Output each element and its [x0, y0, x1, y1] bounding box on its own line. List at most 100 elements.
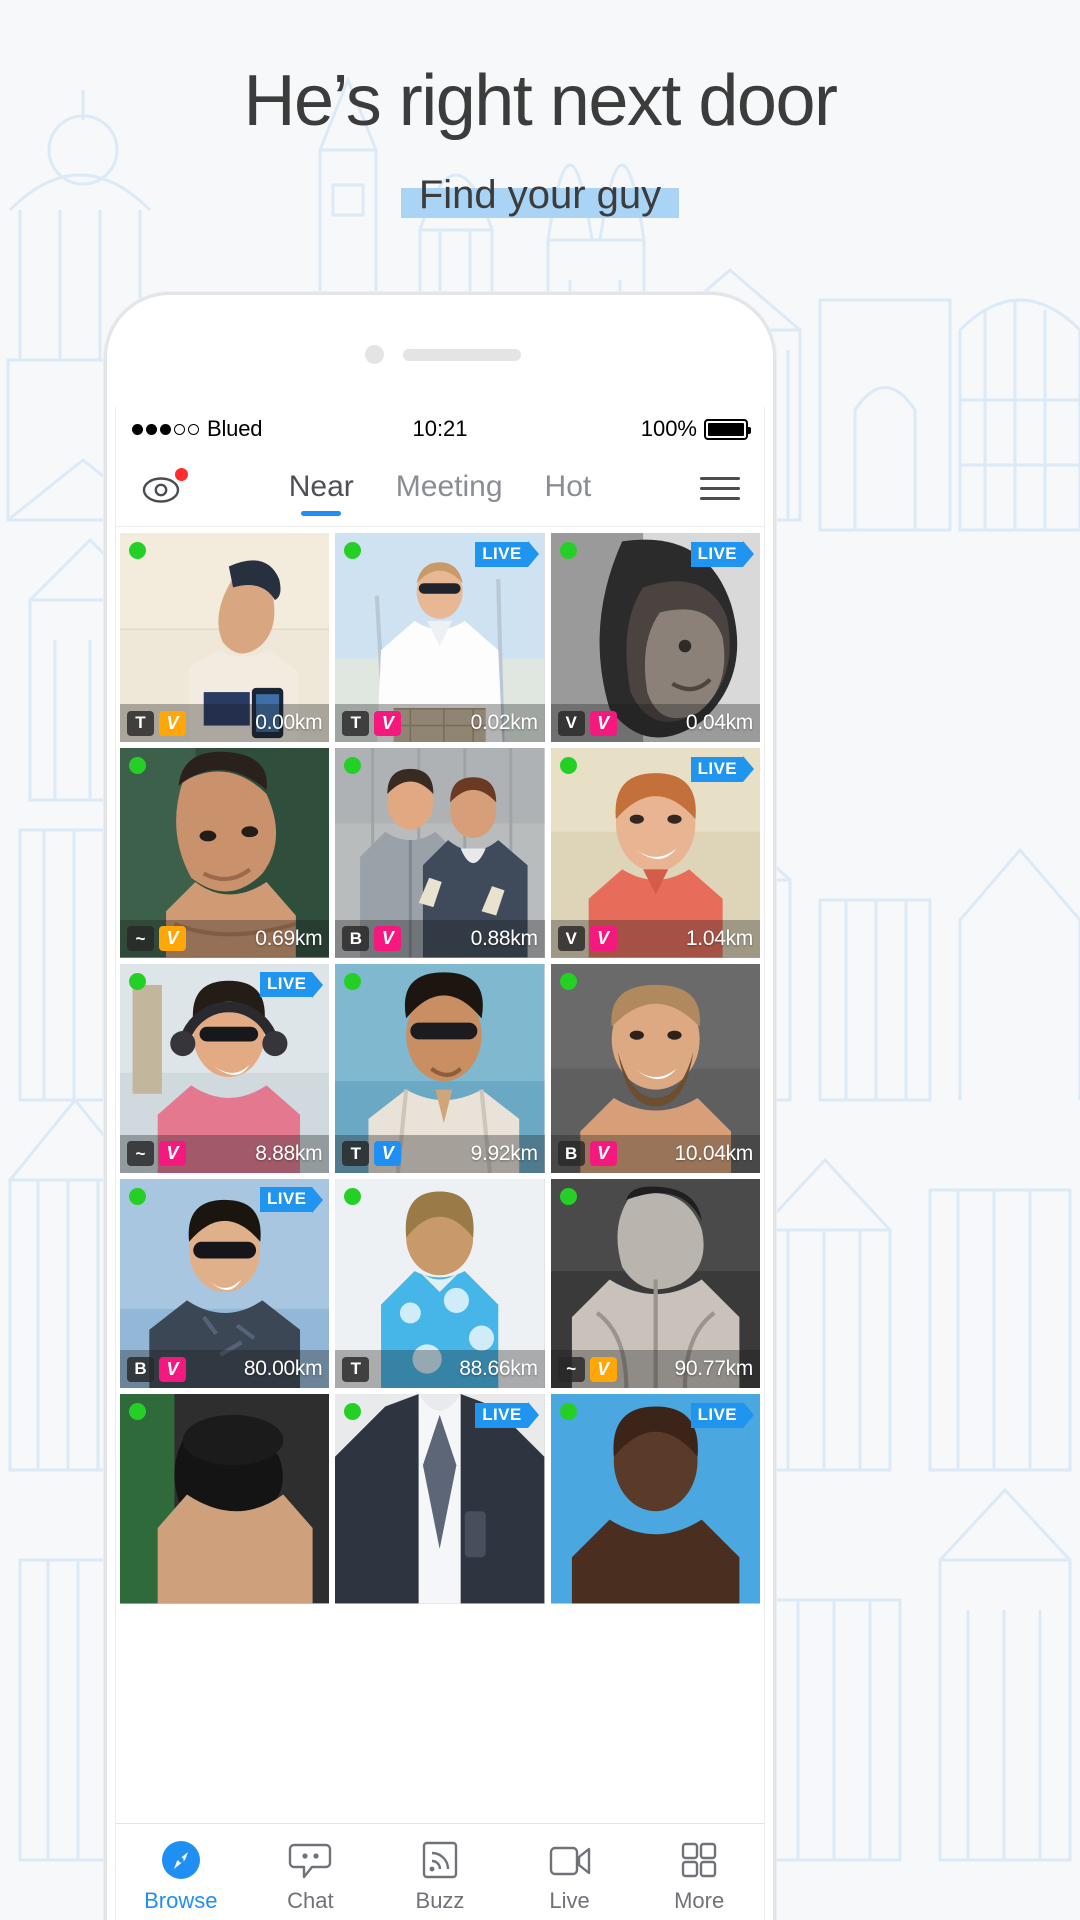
- distance-label: 1.04km: [685, 926, 753, 950]
- verified-badge: V: [589, 710, 617, 736]
- profile-meta-bar: V V 0.04km: [550, 704, 760, 743]
- role-tag: B: [127, 1356, 154, 1382]
- live-badge-notch: [312, 1186, 324, 1213]
- profile-grid: T V 0.00km LIVE T V 0.02km LIVE V V 0.04…: [116, 527, 764, 1604]
- verified-badge: V: [589, 1356, 617, 1382]
- grid-squares-icon: [676, 1838, 722, 1882]
- profile-tile[interactable]: ~ V 90.77km: [550, 1178, 760, 1389]
- role-tag: T: [342, 1141, 370, 1167]
- profile-tile[interactable]: ~ V 0.69km: [120, 748, 330, 958]
- live-badge-notch: [527, 1402, 539, 1429]
- role-tag: T: [127, 710, 154, 736]
- tab-near[interactable]: Near: [289, 470, 354, 516]
- distance-label: 0.88km: [470, 926, 538, 950]
- front-camera-icon: [365, 345, 384, 364]
- page-title: He’s right next door: [243, 61, 838, 141]
- phone-mockup: Blued 10:21 100% Near Meeting Hot T V 0.…: [104, 292, 776, 1920]
- live-badge-notch: [742, 756, 754, 783]
- tab-chat[interactable]: Chat: [246, 1838, 376, 1914]
- app-top-navbar: Near Meeting Hot: [116, 451, 764, 527]
- profile-tile[interactable]: LIVE B V 80.00km: [120, 1178, 330, 1389]
- verified-badge: V: [589, 926, 617, 952]
- live-badge-notch: [527, 541, 539, 567]
- feed-tabs: Near Meeting Hot: [116, 470, 764, 516]
- tab-chat-label: Chat: [287, 1887, 334, 1913]
- live-badge-notch: [742, 1402, 754, 1429]
- tab-browse-label: Browse: [144, 1887, 218, 1913]
- tab-live[interactable]: Live: [505, 1838, 635, 1914]
- chat-bubble-icon: [287, 1838, 333, 1882]
- verified-badge: V: [159, 1141, 186, 1167]
- profile-meta-bar: B V 80.00km: [120, 1350, 330, 1389]
- bottom-tab-bar: Browse Chat Buzz Live More: [116, 1823, 764, 1920]
- promo-subtitle: Find your guy: [400, 171, 680, 222]
- live-badge-notch: [312, 971, 324, 998]
- profile-tile[interactable]: LIVE ~ V 8.88km: [120, 963, 330, 1173]
- tab-browse[interactable]: Browse: [116, 1838, 246, 1914]
- profile-tile[interactable]: B V 10.04km: [550, 963, 760, 1173]
- tab-more-label: More: [674, 1887, 725, 1913]
- tab-buzz-label: Buzz: [415, 1887, 465, 1913]
- tab-meeting[interactable]: Meeting: [396, 470, 503, 508]
- role-tag: ~: [127, 1141, 154, 1167]
- eye-icon[interactable]: [140, 467, 188, 507]
- profile-meta-bar: ~ V 0.69km: [120, 919, 330, 958]
- profile-tile[interactable]: LIVE: [335, 1394, 545, 1604]
- distance-label: 0.00km: [255, 711, 323, 735]
- profile-tile[interactable]: LIVE T V 0.02km: [335, 533, 545, 743]
- live-badge: LIVE: [690, 756, 754, 783]
- online-status-dot: [559, 972, 577, 990]
- tab-live-label: Live: [549, 1887, 590, 1913]
- profile-meta-bar: T V 0.00km: [120, 704, 330, 743]
- verified-badge: V: [374, 926, 402, 952]
- status-bar-right: 100%: [641, 416, 751, 442]
- live-badge: LIVE: [259, 1186, 324, 1213]
- video-camera-icon: [547, 1838, 593, 1882]
- earpiece-speaker: [403, 349, 521, 361]
- profile-meta-bar: T 88.66km: [335, 1350, 545, 1389]
- profile-meta-bar: T V 9.92km: [335, 1134, 545, 1173]
- role-tag: V: [557, 710, 585, 736]
- profile-tile[interactable]: LIVE V V 1.04km: [550, 748, 760, 958]
- promo-screenshot-page: He’s right next door Find your guy Blued: [0, 0, 1080, 1920]
- profile-tile[interactable]: T 88.66km: [335, 1178, 545, 1389]
- profile-tile[interactable]: [120, 1394, 330, 1604]
- online-status-dot: [129, 1187, 146, 1205]
- verified-badge: V: [374, 1141, 402, 1167]
- live-badge: LIVE: [475, 541, 539, 567]
- online-status-dot: [129, 542, 146, 559]
- active-tab-underline: [301, 510, 342, 516]
- live-badge: LIVE: [475, 1402, 539, 1429]
- distance-label: 0.69km: [255, 926, 323, 950]
- live-badge-label: LIVE: [259, 972, 313, 998]
- role-tag: T: [342, 710, 370, 736]
- rss-feed-icon: [417, 1838, 463, 1882]
- tab-hot[interactable]: Hot: [545, 470, 592, 508]
- tab-buzz[interactable]: Buzz: [375, 1838, 505, 1914]
- profile-tile[interactable]: LIVE V V 0.04km: [550, 533, 760, 743]
- profile-tile[interactable]: LIVE: [550, 1394, 760, 1604]
- profile-tile[interactable]: B V 0.88km: [335, 748, 545, 958]
- profile-tile[interactable]: T V 0.00km: [120, 533, 330, 743]
- online-status-dot: [559, 542, 577, 559]
- distance-label: 8.88km: [255, 1141, 323, 1165]
- hamburger-menu-icon[interactable]: [700, 477, 740, 500]
- promo-text-block: He’s right next door Find your guy: [0, 0, 1080, 222]
- notification-badge: [175, 467, 188, 481]
- profile-photo: [120, 1394, 330, 1604]
- profile-tile[interactable]: T V 9.92km: [335, 963, 545, 1173]
- phone-earpiece-area: [107, 295, 773, 407]
- live-badge-label: LIVE: [475, 541, 528, 567]
- verified-badge: V: [159, 1356, 186, 1382]
- status-bar: Blued 10:21 100%: [116, 407, 764, 451]
- distance-label: 80.00km: [243, 1357, 323, 1381]
- live-badge-label: LIVE: [690, 1402, 743, 1428]
- tab-more[interactable]: More: [634, 1838, 764, 1914]
- role-tag: V: [557, 926, 585, 952]
- phone-screen: Blued 10:21 100% Near Meeting Hot T V 0.…: [115, 407, 765, 1920]
- verified-badge: V: [589, 1141, 617, 1167]
- role-tag: ~: [127, 926, 154, 952]
- profile-meta-bar: V V 1.04km: [550, 919, 760, 958]
- live-badge-label: LIVE: [690, 541, 743, 567]
- distance-label: 0.02km: [470, 711, 538, 735]
